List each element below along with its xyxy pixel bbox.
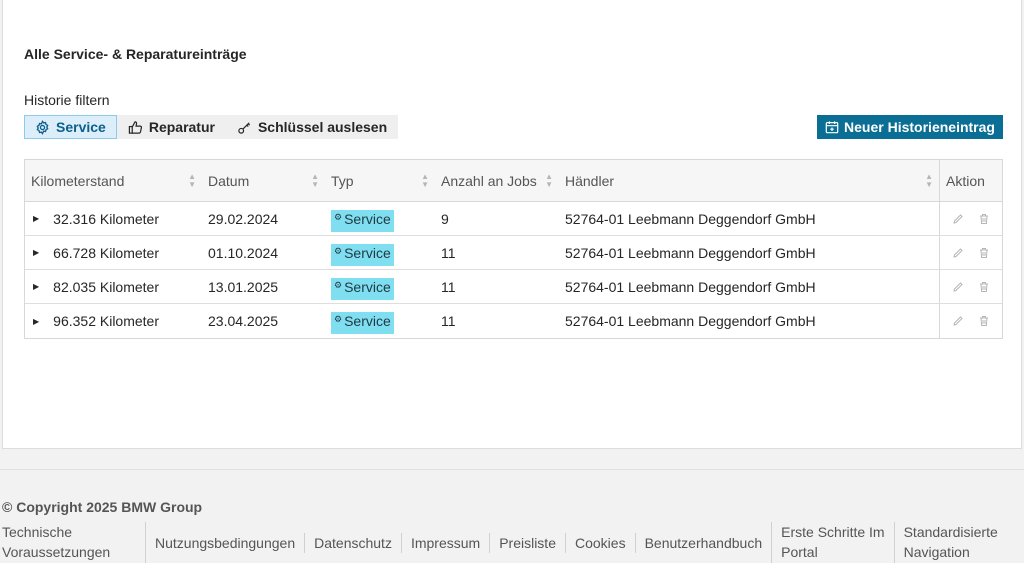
delete-trash-icon[interactable]	[978, 247, 990, 259]
footer-links: Technische Voraussetzungen Nutzungsbedin…	[0, 522, 1007, 563]
footer-link-standardisierte-navigation[interactable]: Standardisierte Navigation	[895, 522, 1007, 562]
filter-button-group: Service Reparatur Schlüssel auslesen	[24, 115, 399, 139]
history-table: Kilometerstand ▲ ▼ Datum ▲ ▼ Typ ▲ ▼ Anzahl…	[24, 159, 1003, 339]
km-value: 82.035 Kilometer	[53, 278, 159, 295]
jobs-value: 9	[441, 210, 449, 227]
column-header-haendler[interactable]: Händler ▲ ▼	[559, 160, 939, 201]
footer-link-datenschutz[interactable]: Datenschutz	[305, 533, 401, 553]
km-value: 32.316 Kilometer	[53, 210, 159, 227]
filter-service-button[interactable]: Service	[24, 115, 117, 139]
filter-schluessel-button[interactable]: Schlüssel auslesen	[225, 115, 399, 139]
sort-icon: ▲ ▼	[421, 171, 429, 189]
sort-icon: ▲ ▼	[311, 171, 319, 189]
filter-schluessel-label: Schlüssel auslesen	[257, 119, 388, 135]
history-card: Alle Service- & Reparatureinträge Histor…	[2, 0, 1022, 449]
jobs-value: 11	[441, 313, 456, 329]
expand-row-icon[interactable]: ▶	[33, 248, 39, 257]
date-value: 23.04.2025	[208, 313, 279, 329]
column-header-datum[interactable]: Datum ▲ ▼	[202, 160, 325, 201]
dealer-value: 52764-01 Leebmann Deggendorf GmbH	[565, 244, 816, 261]
footer-link-benutzerhandbuch[interactable]: Benutzerhandbuch	[636, 533, 772, 553]
footer-link-nutzungsbedingungen[interactable]: Nutzungsbedingungen	[146, 533, 304, 553]
gear-icon	[36, 119, 49, 135]
table-row: ▶ 32.316 Kilometer 29.02.2024 ⚙ Service 9…	[25, 202, 1002, 236]
gear-icon: ⚙	[334, 246, 343, 256]
column-header-kilometerstand[interactable]: Kilometerstand ▲ ▼	[25, 160, 202, 201]
key-icon	[238, 121, 251, 134]
km-value: 96.352 Kilometer	[53, 313, 159, 329]
type-badge: ⚙ Service	[331, 244, 394, 266]
edit-pencil-icon[interactable]	[952, 213, 964, 225]
section-title: Alle Service- & Reparatureinträge	[24, 46, 247, 62]
gear-icon: ⚙	[334, 280, 343, 290]
delete-trash-icon[interactable]	[978, 213, 990, 225]
gear-icon: ⚙	[334, 314, 343, 324]
filter-reparatur-button[interactable]: Reparatur	[116, 115, 226, 139]
footer-divider	[0, 469, 1024, 470]
date-value: 13.01.2025	[208, 278, 279, 295]
sort-icon: ▲ ▼	[545, 171, 553, 189]
table-row: ▶ 66.728 Kilometer 01.10.2024 ⚙ Service 1…	[25, 236, 1002, 270]
thumbs-up-icon	[128, 120, 142, 134]
copyright: © Copyright 2025 BMW Group	[2, 499, 203, 515]
gear-icon: ⚙	[334, 212, 343, 222]
dealer-value: 52764-01 Leebmann Deggendorf GmbH	[565, 313, 816, 329]
type-badge: ⚙ Service	[331, 278, 394, 300]
new-history-entry-button[interactable]: Neuer Historieneintrag	[817, 115, 1003, 139]
dealer-value: 52764-01 Leebmann Deggendorf GmbH	[565, 210, 816, 227]
footer-link-technische-voraussetzungen[interactable]: Technische Voraussetzungen	[0, 522, 145, 562]
footer-link-preisliste[interactable]: Preisliste	[490, 533, 565, 553]
filter-service-label: Service	[56, 119, 106, 135]
date-value: 01.10.2024	[208, 244, 279, 261]
expand-row-icon[interactable]: ▶	[33, 214, 39, 223]
column-header-typ[interactable]: Typ ▲ ▼	[325, 160, 435, 201]
table-row: ▶ 96.352 Kilometer 23.04.2025 ⚙ Service 1…	[25, 304, 1002, 338]
column-header-aktion: Aktion	[939, 160, 1002, 201]
dealer-value: 52764-01 Leebmann Deggendorf GmbH	[565, 278, 816, 295]
date-value: 29.02.2024	[208, 210, 279, 227]
sort-icon: ▲ ▼	[188, 171, 196, 189]
filter-reparatur-label: Reparatur	[148, 119, 215, 135]
new-history-entry-label: Neuer Historieneintrag	[844, 119, 995, 135]
type-badge: ⚙ Service	[331, 210, 394, 232]
table-row: ▶ 82.035 Kilometer 13.01.2025 ⚙ Service 1…	[25, 270, 1002, 304]
footer-link-impressum[interactable]: Impressum	[402, 533, 489, 553]
footer-link-cookies[interactable]: Cookies	[566, 533, 635, 553]
jobs-value: 11	[441, 244, 456, 261]
type-badge: ⚙ Service	[331, 312, 394, 334]
delete-trash-icon[interactable]	[978, 281, 990, 293]
edit-pencil-icon[interactable]	[952, 281, 964, 293]
column-header-anzahl-jobs[interactable]: Anzahl an Jobs ▲ ▼	[435, 160, 559, 201]
km-value: 66.728 Kilometer	[53, 244, 159, 261]
table-header: Kilometerstand ▲ ▼ Datum ▲ ▼ Typ ▲ ▼ Anzahl…	[25, 160, 1002, 202]
expand-row-icon[interactable]: ▶	[33, 282, 39, 291]
delete-trash-icon[interactable]	[978, 315, 990, 327]
edit-pencil-icon[interactable]	[952, 315, 964, 327]
footer-link-erste-schritte[interactable]: Erste Schritte Im Portal	[772, 522, 893, 562]
expand-row-icon[interactable]: ▶	[33, 317, 39, 326]
edit-pencil-icon[interactable]	[952, 247, 964, 259]
sort-icon: ▲ ▼	[925, 171, 933, 189]
jobs-value: 11	[441, 278, 456, 295]
filter-label: Historie filtern	[24, 92, 110, 108]
calendar-plus-icon	[825, 121, 839, 134]
